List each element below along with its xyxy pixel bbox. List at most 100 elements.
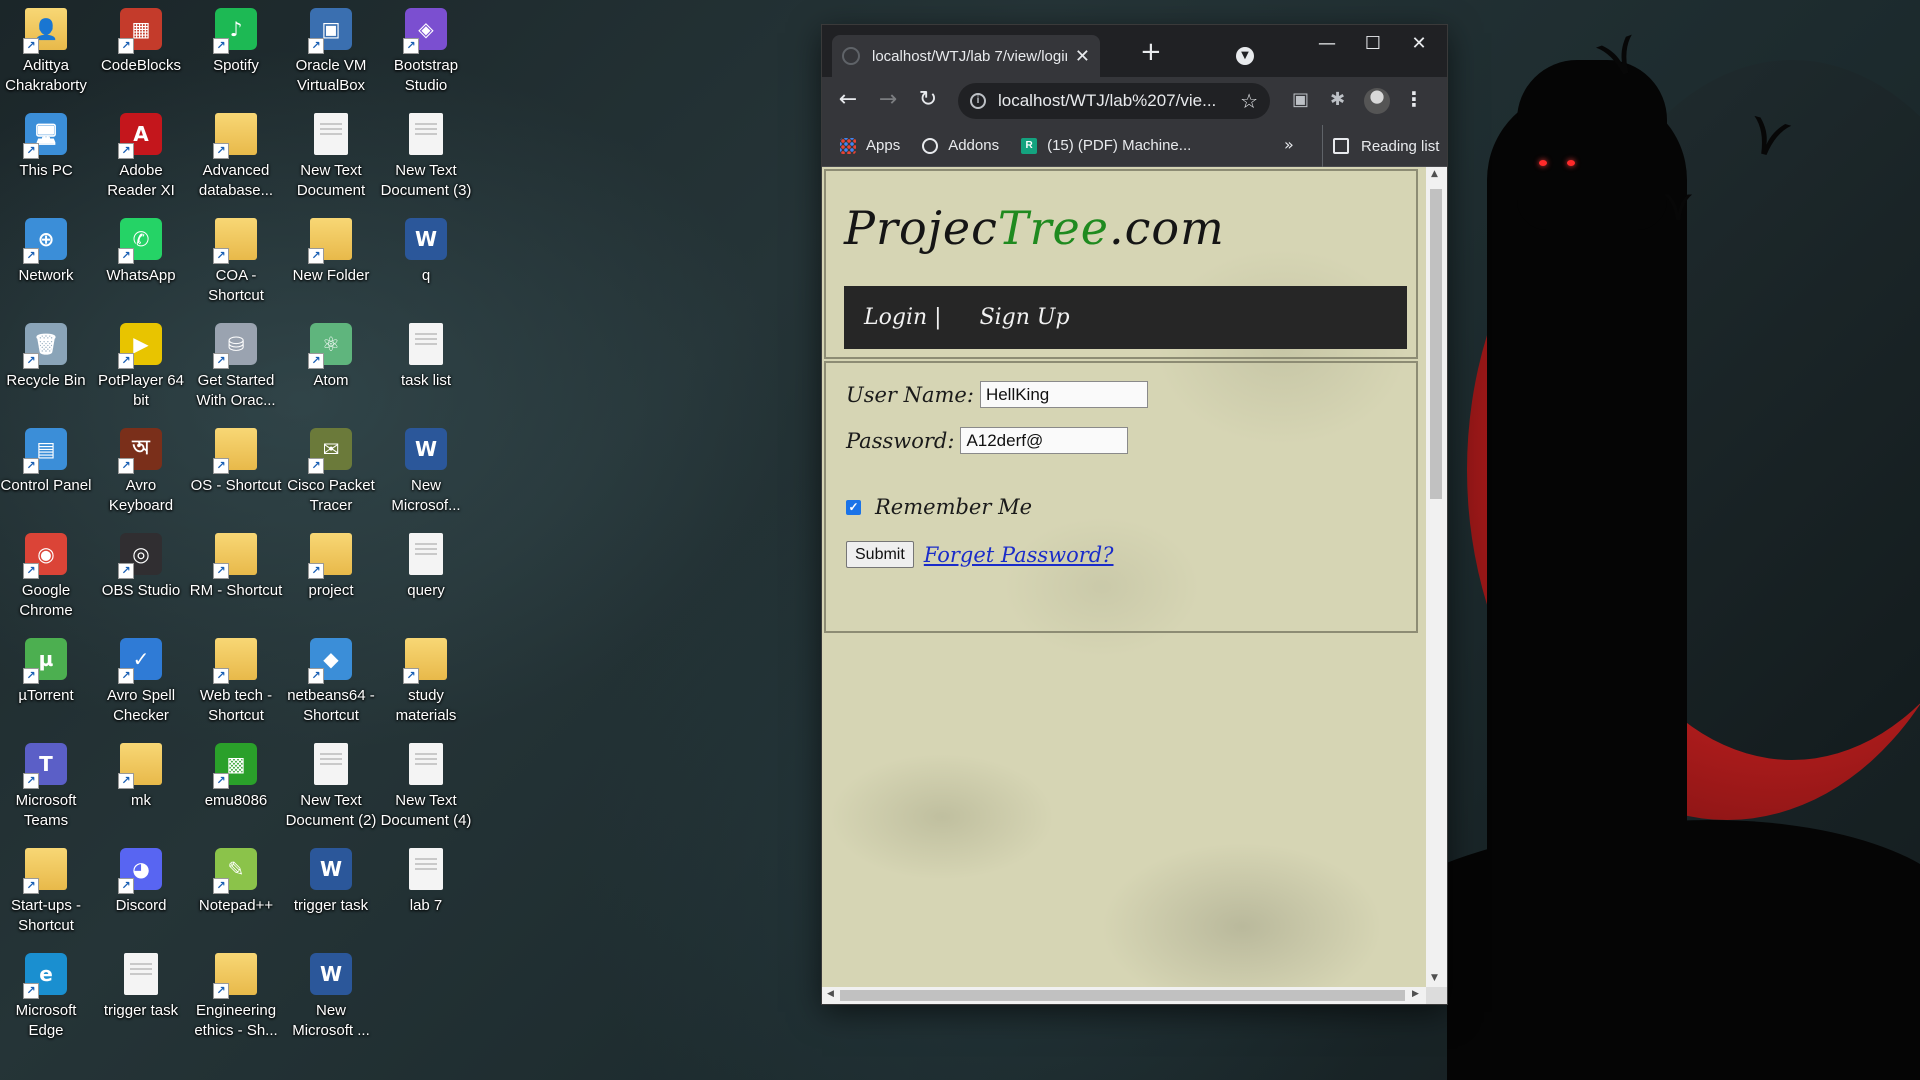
desktop-icon-label: Google Chrome bbox=[19, 582, 73, 619]
reading-list-button[interactable]: Reading list bbox=[1322, 125, 1439, 167]
tab-close-icon[interactable]: ✕ bbox=[1075, 46, 1090, 67]
desktop-icon[interactable]: 🗑 Recycle Bin bbox=[0, 317, 94, 417]
desktop-icon[interactable]: eMicrosoftEdge bbox=[0, 947, 94, 1047]
nav-login-link[interactable]: Login | bbox=[864, 305, 942, 330]
desktop-icon[interactable]: ⛁Get StartedWith Orac... bbox=[188, 317, 284, 417]
new-tab-icon[interactable]: + bbox=[1140, 37, 1162, 67]
desktop-icon[interactable]: New Folder bbox=[283, 212, 379, 312]
desktop-icon-label: OS - Shortcut bbox=[190, 477, 282, 494]
forward-icon[interactable]: → bbox=[874, 87, 902, 112]
desktop-icon[interactable]: Advanceddatabase... bbox=[188, 107, 284, 207]
desktop-icon[interactable]: ✉Cisco PacketTracer bbox=[283, 422, 379, 522]
menu-kebab-icon[interactable]: ⋮ bbox=[1404, 87, 1424, 111]
desktop-icon[interactable]: 👤AdittyaChakraborty bbox=[0, 2, 94, 102]
remember-me-checkbox[interactable]: ✓ bbox=[846, 499, 861, 515]
profile-avatar[interactable] bbox=[1364, 88, 1390, 114]
site-navbar: Login | Sign Up bbox=[844, 286, 1407, 349]
minimize-icon[interactable]: — bbox=[1304, 33, 1350, 54]
desktop-icon[interactable]: TMicrosoftTeams bbox=[0, 737, 94, 837]
desktop-icon[interactable]: New Text Document (3) bbox=[378, 107, 474, 207]
nav-signup-link[interactable]: Sign Up bbox=[980, 305, 1070, 330]
desktop-icon[interactable]: ⊕ Network bbox=[0, 212, 94, 312]
desktop-icon[interactable]: mk bbox=[93, 737, 189, 837]
address-url[interactable]: localhost/WTJ/lab%207/vie... bbox=[998, 91, 1234, 111]
desktop-icon[interactable]: New Text Document (2) bbox=[283, 737, 379, 837]
desktop-icon-label: OBS Studio bbox=[101, 582, 181, 599]
desktop-icon[interactable]: studymaterials bbox=[378, 632, 474, 732]
horizontal-scrollbar[interactable]: ◀ ▶ bbox=[822, 987, 1426, 1004]
vertical-scrollbar[interactable]: ▲ ▼ bbox=[1426, 167, 1447, 987]
globe-icon bbox=[922, 137, 939, 154]
logo-text-pre: Projec bbox=[844, 201, 998, 255]
desktop-icon[interactable]: lab 7 bbox=[378, 842, 474, 942]
scroll-left-icon[interactable]: ◀ bbox=[827, 989, 834, 999]
browser-tab[interactable]: localhost/WTJ/lab 7/view/login. ✕ bbox=[832, 35, 1100, 77]
desktop-icon[interactable]: ✓Avro SpellChecker bbox=[93, 632, 189, 732]
submit-button[interactable]: Submit bbox=[846, 541, 914, 568]
desktop-icon[interactable]: ◆netbeans64 -Shortcut bbox=[283, 632, 379, 732]
desktop-icon[interactable]: COA -Shortcut bbox=[188, 212, 284, 312]
desktop-icon[interactable]: ◕ Discord bbox=[93, 842, 189, 942]
vertical-scroll-thumb[interactable] bbox=[1430, 189, 1442, 499]
close-window-icon[interactable]: ✕ bbox=[1396, 33, 1442, 54]
desktop-icon[interactable]: ♪ Spotify bbox=[188, 2, 284, 102]
bookmark-star-icon[interactable]: ☆ bbox=[1240, 89, 1258, 113]
desktop-icon[interactable]: ▣Oracle VMVirtualBox bbox=[283, 2, 379, 102]
desktop-icon-label: This PC bbox=[19, 162, 73, 179]
desktop-icon[interactable]: New Text Document bbox=[283, 107, 379, 207]
desktop-icon[interactable]: Engineeringethics - Sh... bbox=[188, 947, 284, 1047]
bookmark-researchgate[interactable]: R (15) (PDF) Machine... bbox=[1021, 137, 1191, 154]
forgot-password-link[interactable]: Forget Password? bbox=[924, 543, 1114, 567]
desktop-icon[interactable]: µ µTorrent bbox=[0, 632, 94, 732]
scroll-right-icon[interactable]: ▶ bbox=[1412, 989, 1419, 999]
reload-icon[interactable]: ↻ bbox=[914, 87, 942, 112]
desktop-icon[interactable]: Wtrigger task bbox=[283, 842, 379, 942]
scroll-up-icon[interactable]: ▲ bbox=[1431, 169, 1438, 179]
bookmark-apps[interactable]: Apps bbox=[840, 137, 900, 154]
scroll-down-icon[interactable]: ▼ bbox=[1431, 973, 1438, 983]
tab-search-icon[interactable]: ▼ bbox=[1236, 47, 1254, 65]
desktop-icon[interactable]: task list bbox=[378, 317, 474, 417]
site-info-icon[interactable]: i bbox=[970, 93, 986, 109]
desktop-icon[interactable]: Web tech -Shortcut bbox=[188, 632, 284, 732]
desktop-icon[interactable]: ▦ CodeBlocks bbox=[93, 2, 189, 102]
desktop-icon[interactable]: ▶PotPlayer 64bit bbox=[93, 317, 189, 417]
crow-icon: ⋎ bbox=[1662, 180, 1695, 231]
desktop-icon[interactable]: ✆ WhatsApp bbox=[93, 212, 189, 312]
camera-extension-icon[interactable]: ▣ bbox=[1292, 89, 1309, 110]
desktop-icon[interactable]: W New Microsoft ... bbox=[283, 947, 379, 1047]
desktop-icon[interactable]: ◈BootstrapStudio bbox=[378, 2, 474, 102]
extensions-puzzle-icon[interactable]: ✱ bbox=[1330, 89, 1345, 110]
desktop-icon[interactable]: ⚛ Atom bbox=[283, 317, 379, 417]
desktop-icon-label: New Folder bbox=[292, 267, 370, 284]
desktop-icon[interactable]: ◉GoogleChrome bbox=[0, 527, 94, 627]
desktop-icon[interactable]: New Text Document (4) bbox=[378, 737, 474, 837]
desktop-icon[interactable]: Start-ups -Shortcut bbox=[0, 842, 94, 942]
password-input[interactable] bbox=[960, 427, 1129, 454]
desktop-icon[interactable]: query bbox=[378, 527, 474, 627]
maximize-icon[interactable]: ☐ bbox=[1350, 33, 1396, 54]
back-icon[interactable]: ← bbox=[834, 87, 862, 112]
more-bookmarks-icon[interactable]: » bbox=[1284, 135, 1294, 154]
logo-text-post: .com bbox=[1109, 201, 1225, 255]
horizontal-scroll-thumb[interactable] bbox=[840, 990, 1405, 1001]
desktop-icon[interactable]: 🖥 This PC bbox=[0, 107, 94, 207]
bookmark-addons[interactable]: Addons bbox=[922, 137, 999, 154]
word-icon: W bbox=[405, 218, 447, 260]
desktop-icon[interactable]: project bbox=[283, 527, 379, 627]
desktop-icon[interactable]: RM - Shortcut bbox=[188, 527, 284, 627]
app-icon: অ bbox=[118, 428, 162, 474]
desktop-icon[interactable]: ◎ OBS Studio bbox=[93, 527, 189, 627]
username-input[interactable] bbox=[979, 381, 1148, 408]
address-bar[interactable]: i localhost/WTJ/lab%207/vie... ☆ bbox=[958, 83, 1270, 119]
desktop-icon[interactable]: অAvroKeyboard bbox=[93, 422, 189, 522]
desktop-icon[interactable]: ▤ Control Panel bbox=[0, 422, 94, 522]
desktop-icon[interactable]: trigger task bbox=[93, 947, 189, 1047]
desktop-icon-label: New Text Document (4) bbox=[380, 792, 472, 829]
desktop-icon[interactable]: OS - Shortcut bbox=[188, 422, 284, 522]
desktop-icon[interactable]: ✎ Notepad++ bbox=[188, 842, 284, 942]
desktop-icon[interactable]: Wq bbox=[378, 212, 474, 312]
desktop-icon[interactable]: W New Microsof... bbox=[378, 422, 474, 522]
desktop-icon[interactable]: AAdobeReader XI bbox=[93, 107, 189, 207]
desktop-icon[interactable]: ▩ emu8086 bbox=[188, 737, 284, 837]
